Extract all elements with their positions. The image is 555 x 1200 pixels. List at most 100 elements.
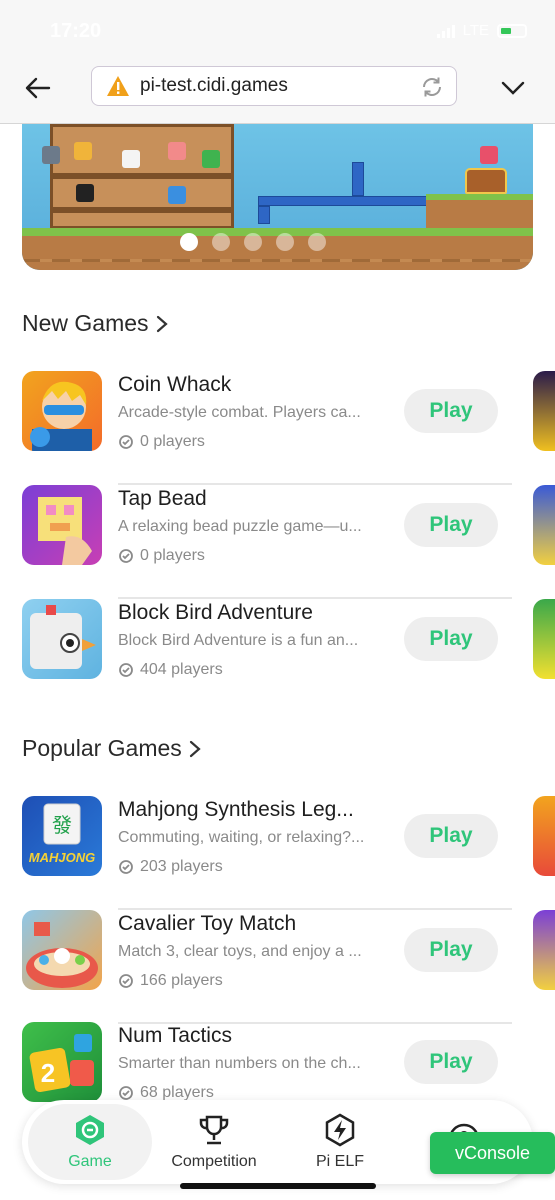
trophy-icon — [199, 1115, 229, 1145]
game-row[interactable]: Cavalier Toy Match Match 3, clear toys, … — [22, 910, 512, 1024]
game-description: Arcade-style combat. Players ca... — [118, 404, 361, 421]
player-count-text: 203 players — [140, 858, 223, 875]
game-row[interactable]: Block Bird Adventure Block Bird Adventur… — [22, 599, 512, 713]
player-count: 0 players — [118, 547, 205, 565]
players-icon — [119, 860, 133, 874]
back-button[interactable] — [22, 72, 54, 104]
players-icon — [119, 1086, 133, 1100]
status-indicators: LTE — [436, 22, 527, 39]
game-description: Block Bird Adventure is a fun an... — [118, 632, 359, 649]
play-button[interactable]: Play — [404, 814, 498, 858]
player-count: 166 players — [118, 972, 223, 990]
game-row[interactable]: Tap Bead A relaxing bead puzzle game—u..… — [22, 485, 512, 599]
players-icon — [119, 974, 133, 988]
network-label: LTE — [462, 22, 489, 39]
game-row[interactable]: Coin Whack Arcade-style combat. Players … — [22, 371, 512, 485]
carousel-dot[interactable] — [243, 233, 262, 251]
play-button[interactable]: Play — [404, 617, 498, 661]
thumbnail-text: MAHJONG — [29, 850, 95, 865]
new-games-header[interactable]: New Games — [22, 310, 169, 337]
game-description: Commuting, waiting, or relaxing?... — [118, 829, 365, 846]
game-title: Coin Whack — [118, 373, 232, 396]
banner-carousel[interactable] — [22, 124, 533, 270]
carousel-dots — [22, 233, 533, 251]
player-count-text: 0 players — [140, 433, 205, 450]
game-title: Cavalier Toy Match — [118, 912, 297, 935]
home-indicator — [180, 1183, 376, 1189]
chevron-right-icon — [156, 315, 168, 332]
play-button[interactable]: Play — [404, 503, 498, 547]
banner-blocks — [352, 162, 364, 196]
carousel-dot[interactable] — [275, 233, 294, 251]
player-count: 404 players — [118, 661, 223, 679]
thumbnail-text: 2 — [41, 1058, 55, 1088]
game-thumbnail: 2 — [22, 1022, 102, 1102]
menu-toggle-button[interactable] — [497, 72, 529, 104]
game-title: Tap Bead — [118, 487, 207, 510]
game-thumbnail — [22, 910, 102, 990]
game-thumbnail — [22, 485, 102, 565]
player-count-text: 0 players — [140, 547, 205, 564]
section-title: Popular Games — [22, 735, 182, 761]
status-time: 17:20 — [50, 20, 102, 42]
popular-games-header[interactable]: Popular Games — [22, 735, 202, 762]
game-description: Smarter than numbers on the ch... — [118, 1055, 361, 1072]
next-column-thumbnail[interactable] — [533, 796, 555, 876]
chick-sprite — [202, 150, 220, 168]
browser-toolbar: pi-test.cidi.games — [0, 60, 555, 124]
nav-label: Game — [68, 1153, 112, 1170]
nav-item-competition[interactable]: Competition — [152, 1104, 276, 1180]
game-description: Match 3, clear toys, and enjoy a ... — [118, 943, 362, 960]
chick-sprite — [480, 146, 498, 164]
vconsole-button[interactable]: vConsole — [430, 1132, 555, 1174]
player-count-text: 166 players — [140, 972, 223, 989]
next-column-thumbnail[interactable] — [533, 371, 555, 451]
signal-icon — [436, 24, 455, 38]
treasure-chest — [465, 168, 507, 194]
play-button[interactable]: Play — [404, 1040, 498, 1084]
back-arrow-icon — [25, 77, 51, 99]
game-title: Block Bird Adventure — [118, 601, 313, 624]
play-button[interactable]: Play — [404, 928, 498, 972]
carousel-dot[interactable] — [179, 233, 198, 251]
chick-sprite — [168, 142, 186, 160]
battery-icon — [497, 23, 527, 38]
banner-blocks — [258, 206, 270, 224]
bolt-icon — [325, 1113, 355, 1147]
nav-item-game[interactable]: Game — [28, 1104, 152, 1180]
chevron-right-icon — [189, 740, 201, 757]
chick-sprite — [168, 186, 186, 204]
section-title: New Games — [22, 310, 149, 336]
chick-sprite — [74, 142, 92, 160]
game-title: Mahjong Synthesis Leg... — [118, 798, 354, 821]
carousel-dot[interactable] — [307, 233, 326, 251]
game-description: A relaxing bead puzzle game—u... — [118, 518, 362, 535]
game-title: Num Tactics — [118, 1024, 232, 1047]
players-icon — [119, 435, 133, 449]
next-column-thumbnail[interactable] — [533, 910, 555, 990]
banner-blocks — [258, 196, 438, 206]
game-thumbnail: 發 MAHJONG — [22, 796, 102, 876]
players-icon — [119, 663, 133, 677]
url-text: pi-test.cidi.games — [140, 75, 288, 96]
player-count: 203 players — [118, 858, 223, 876]
url-field[interactable]: pi-test.cidi.games — [91, 66, 457, 106]
game-thumbnail — [22, 599, 102, 679]
reload-icon[interactable] — [420, 75, 444, 99]
nav-item-pi-elf[interactable]: Pi ELF — [278, 1104, 402, 1180]
next-column-thumbnail[interactable] — [533, 599, 555, 679]
warning-icon — [107, 76, 129, 96]
next-column-thumbnail[interactable] — [533, 485, 555, 565]
player-count-text: 404 players — [140, 661, 223, 678]
game-icon — [76, 1115, 104, 1145]
nav-label: Pi ELF — [315, 1153, 364, 1170]
carousel-dot[interactable] — [211, 233, 230, 251]
chick-sprite — [42, 146, 60, 164]
banner-tower — [50, 124, 234, 229]
status-bar: 17:20 LTE — [0, 0, 555, 60]
game-row[interactable]: 發 MAHJONG Mahjong Synthesis Leg... Commut… — [22, 796, 512, 910]
play-button[interactable]: Play — [404, 389, 498, 433]
players-icon — [119, 549, 133, 563]
player-count: 0 players — [118, 433, 205, 451]
svg-text:發: 發 — [52, 813, 72, 837]
